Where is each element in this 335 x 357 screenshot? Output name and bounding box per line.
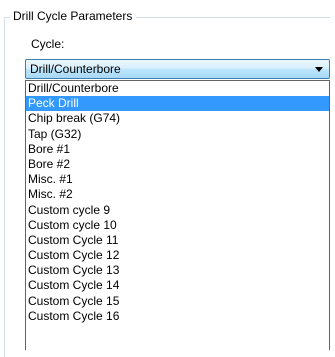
cycle-option[interactable]: Custom Cycle 16 <box>26 309 329 324</box>
cycle-option[interactable]: Custom cycle 9 <box>26 203 329 218</box>
cycle-option[interactable]: Custom Cycle 13 <box>26 263 329 278</box>
cycle-option[interactable]: Peck Drill <box>26 96 329 112</box>
chevron-down-icon[interactable] <box>315 67 323 72</box>
cycle-option[interactable]: Bore #1 <box>26 142 329 157</box>
cycle-select-value: Drill/Counterbore <box>30 62 121 76</box>
cycle-option[interactable]: Custom Cycle 12 <box>26 248 329 263</box>
cycle-option[interactable]: Custom Cycle 11 <box>26 233 329 248</box>
cycle-option[interactable]: Bore #2 <box>26 157 329 172</box>
cycle-option[interactable]: Misc. #2 <box>26 187 329 202</box>
cycle-dropdown-list[interactable]: Drill/Counterbore Peck Drill Chip break … <box>25 80 330 350</box>
cycle-option[interactable]: Tap (G32) <box>26 127 329 142</box>
cycle-option[interactable]: Custom Cycle 14 <box>26 278 329 293</box>
cycle-option[interactable]: Drill/Counterbore <box>26 81 329 96</box>
cycle-label: Cycle: <box>31 37 65 51</box>
cycle-option[interactable]: Custom cycle 10 <box>26 218 329 233</box>
group-title: Drill Cycle Parameters <box>10 9 137 24</box>
cycle-option[interactable]: Misc. #1 <box>26 172 329 187</box>
cycle-select[interactable]: Drill/Counterbore <box>25 59 330 79</box>
cycle-option[interactable]: Chip break (G74) <box>26 111 329 126</box>
cycle-option[interactable]: Custom Cycle 15 <box>26 294 329 309</box>
